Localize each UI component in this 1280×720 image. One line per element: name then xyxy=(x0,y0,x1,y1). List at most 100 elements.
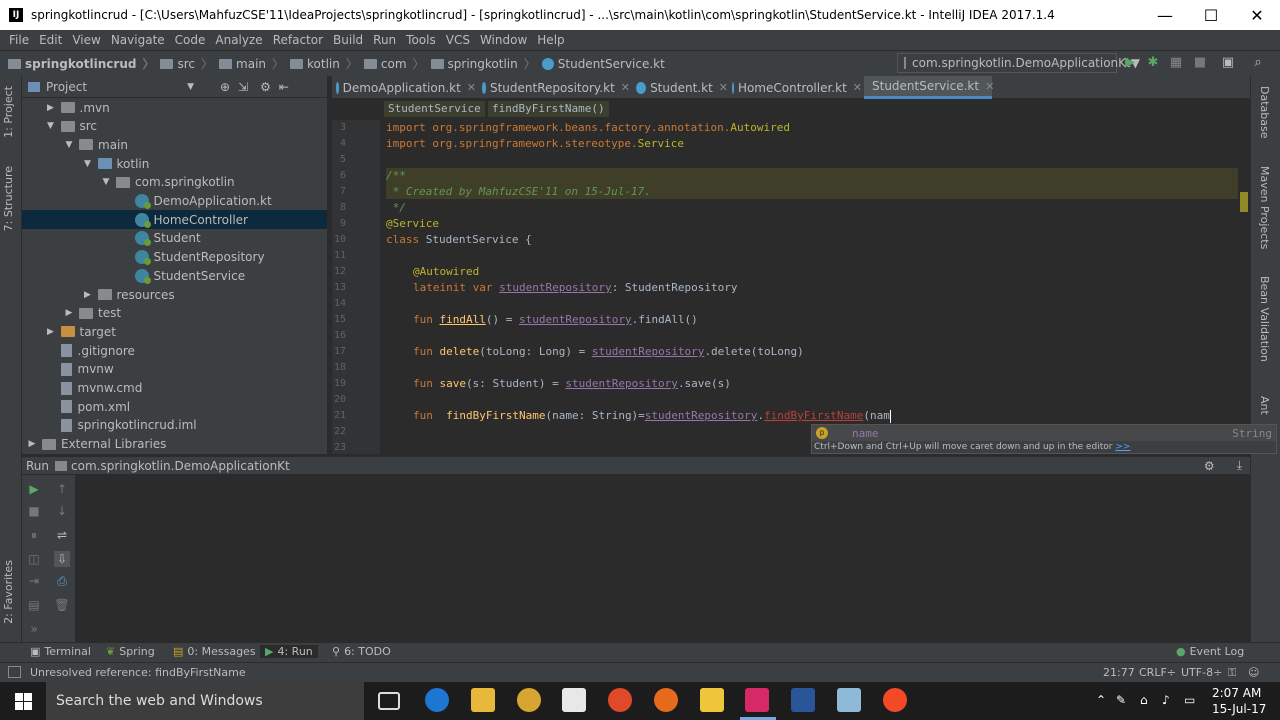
menu-tools[interactable]: Tools xyxy=(401,33,441,47)
tree-item[interactable]: DemoApplication.kt xyxy=(22,192,327,211)
pause-icon[interactable]: ⏸ xyxy=(26,527,42,543)
editor-scrollbar[interactable] xyxy=(1238,120,1250,454)
clock-time[interactable]: 2:07 AM xyxy=(1212,686,1261,700)
chevron-down-icon[interactable]: ▼ xyxy=(187,82,194,92)
run-console[interactable] xyxy=(76,475,1250,642)
debug-icon[interactable]: ✱ xyxy=(1145,55,1161,71)
close-icon[interactable]: ✕ xyxy=(853,81,862,94)
network-icon[interactable]: ⌂ xyxy=(1140,693,1148,707)
completion-item[interactable]: p name String xyxy=(812,425,1276,441)
tree-item[interactable]: ▶ External Libraries xyxy=(22,435,327,454)
close-icon[interactable]: ✕ xyxy=(719,81,728,94)
maximize-button[interactable]: ☐ xyxy=(1188,6,1234,25)
run-icon[interactable]: ▶ xyxy=(1122,55,1138,71)
tree-item[interactable]: ▶ resources xyxy=(22,285,327,304)
close-button[interactable]: ✕ xyxy=(1234,6,1280,25)
chevron-right-icon[interactable]: ▶ xyxy=(45,103,57,113)
tree-item[interactable]: ▼ kotlin xyxy=(22,154,327,173)
task-view-icon[interactable] xyxy=(378,692,400,710)
menu-build[interactable]: Build xyxy=(328,33,368,47)
crumb-project[interactable]: springkotlincrud 〉 xyxy=(8,55,154,72)
file-explorer-icon[interactable] xyxy=(471,688,495,712)
tab-homecontroller[interactable]: HomeController.kt ✕ xyxy=(728,76,862,99)
word-icon[interactable] xyxy=(791,688,815,712)
crumb-src[interactable]: src 〉 xyxy=(160,55,213,72)
tab-ant-tool[interactable]: Ant xyxy=(1258,396,1271,415)
crumb-file[interactable]: StudentService.kt xyxy=(541,57,665,71)
chevron-down-icon[interactable]: ▼ xyxy=(100,177,112,187)
tree-item[interactable]: StudentService xyxy=(22,266,327,285)
tab-bean-validation-tool[interactable]: Bean Validation xyxy=(1258,276,1271,362)
notification-icon[interactable]: ▭ xyxy=(1184,693,1195,707)
chevron-right-icon[interactable]: ▶ xyxy=(45,327,57,337)
app-icon[interactable] xyxy=(517,688,541,712)
tree-item[interactable]: ▶ target xyxy=(22,322,327,341)
chevron-right-icon[interactable]: ▶ xyxy=(82,290,94,300)
tool-window-icon[interactable] xyxy=(8,666,21,678)
tree-item[interactable]: ▼ com.springkotlin xyxy=(22,173,327,192)
dump-icon[interactable]: ◫ xyxy=(26,551,42,567)
taskbar-search[interactable]: Search the web and Windows xyxy=(46,682,364,720)
trash-icon[interactable]: 🗑 xyxy=(54,597,70,613)
tree-item[interactable]: Student xyxy=(22,229,327,248)
scroll-end-icon[interactable]: ⇩ xyxy=(54,551,70,567)
tree-item[interactable]: mvnw xyxy=(22,360,327,379)
layout-icon[interactable]: ▤ xyxy=(26,597,42,613)
close-icon[interactable]: ✕ xyxy=(985,80,994,93)
volume-icon[interactable]: ♪ xyxy=(1162,693,1170,707)
lock-icon[interactable]: ⚿ xyxy=(1228,666,1236,680)
menu-run[interactable]: Run xyxy=(368,33,401,47)
tab-structure-tool[interactable]: 7: Structure xyxy=(2,166,15,231)
crumb-kotlin[interactable]: kotlin 〉 xyxy=(290,55,358,72)
menu-analyze[interactable]: Analyze xyxy=(210,33,267,47)
tree-item[interactable]: mvnw.cmd xyxy=(22,379,327,398)
stop-icon[interactable]: ■ xyxy=(26,503,42,519)
tab-studentrepository[interactable]: StudentRepository.kt ✕ xyxy=(478,76,630,99)
run-configuration-select[interactable]: com.springkotlin.DemoApplicationKt ▼ xyxy=(897,53,1140,73)
tab-studentservice[interactable]: StudentService.kt ✕ xyxy=(864,76,994,99)
menu-navigate[interactable]: Navigate xyxy=(106,33,170,47)
tree-item[interactable]: ▶ .mvn xyxy=(22,98,327,117)
tab-todo[interactable]: ⚲ 6: TODO xyxy=(332,645,391,658)
tree-item[interactable]: StudentRepository xyxy=(22,248,327,267)
minimize-button[interactable]: — xyxy=(1142,6,1188,25)
file-encoding[interactable]: UTF-8÷ xyxy=(1181,666,1222,679)
postman-icon[interactable] xyxy=(883,688,907,712)
store-icon[interactable] xyxy=(562,688,586,712)
edge-icon[interactable] xyxy=(425,688,449,712)
tab-student[interactable]: Student.kt ✕ xyxy=(632,76,728,99)
menu-edit[interactable]: Edit xyxy=(34,33,67,47)
tab-demoapplication[interactable]: DemoApplication.kt ✕ xyxy=(332,76,476,99)
inspector-icon[interactable]: ☺ xyxy=(1248,666,1259,679)
hide-icon[interactable]: ⤓ xyxy=(1237,458,1242,473)
menu-window[interactable]: Window xyxy=(475,33,532,47)
crumb-springkotlin[interactable]: springkotlin 〉 xyxy=(430,55,536,72)
firefox-icon[interactable] xyxy=(654,688,678,712)
search-icon[interactable]: ⌕ xyxy=(1250,55,1266,71)
project-panel-title[interactable]: Project xyxy=(46,80,87,94)
project-structure-icon[interactable]: ▣ xyxy=(1220,55,1236,71)
more-icon[interactable]: » xyxy=(26,621,42,637)
breadcrumb-class[interactable]: StudentService xyxy=(384,101,485,117)
clock-date[interactable]: 15-Jul-17 xyxy=(1212,702,1266,716)
tree-item[interactable]: ▼ main xyxy=(22,135,327,154)
tree-item[interactable]: .gitignore xyxy=(22,341,327,360)
menu-code[interactable]: Code xyxy=(170,33,211,47)
line-separator[interactable]: CRLF÷ xyxy=(1139,666,1176,679)
exit-icon[interactable]: ⇥ xyxy=(26,573,42,589)
caret-position[interactable]: 21:77 xyxy=(1103,666,1135,679)
up-arrow-icon[interactable]: ↑ xyxy=(54,481,70,497)
crumb-com[interactable]: com 〉 xyxy=(363,55,425,72)
menu-file[interactable]: File xyxy=(4,33,34,47)
start-button[interactable] xyxy=(0,682,46,720)
stop-icon[interactable]: ■ xyxy=(1192,55,1208,71)
chevron-right-icon[interactable]: ▶ xyxy=(63,308,75,318)
chevron-up-icon[interactable]: ⌃ xyxy=(1096,693,1106,707)
gear-icon[interactable]: ⚙ xyxy=(1204,459,1215,473)
gear-icon[interactable]: ⚙ xyxy=(260,80,271,94)
chevron-down-icon[interactable]: ▼ xyxy=(82,159,94,169)
rerun-icon[interactable]: ▶ xyxy=(26,481,42,497)
tab-maven-tool[interactable]: Maven Projects xyxy=(1258,166,1271,249)
sync-icon[interactable]: ⊕ xyxy=(220,80,230,94)
run-panel-config[interactable]: com.springkotlin.DemoApplicationKt xyxy=(71,459,290,473)
